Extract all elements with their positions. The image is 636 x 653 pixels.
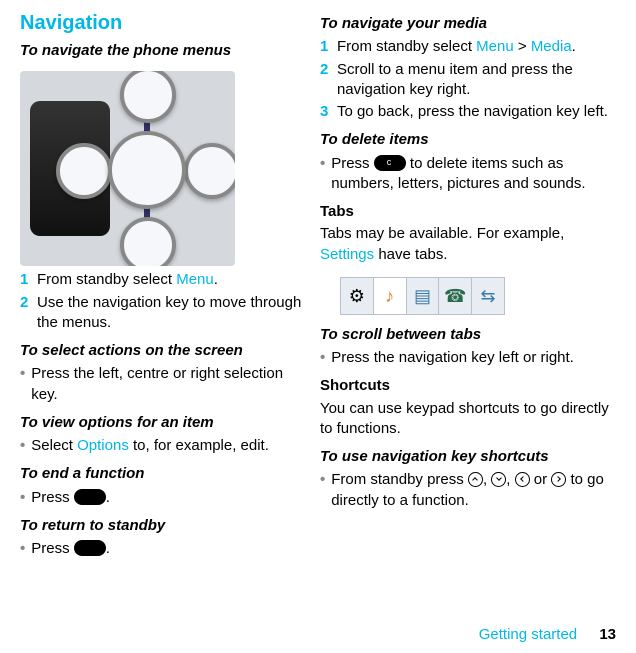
bullet-row: • Press .: [20, 488, 302, 508]
text-fragment: .: [106, 489, 110, 506]
bullet-icon: •: [20, 436, 25, 456]
bullet-icon: •: [20, 488, 25, 508]
navigation-key-illustration: [20, 71, 235, 266]
nav-ring-center: [108, 131, 186, 209]
clear-key-icon: [374, 155, 406, 171]
text-fragment: .: [106, 540, 110, 557]
bullet-icon: •: [20, 364, 25, 384]
step-row: 2 Scroll to a menu item and press the na…: [320, 60, 616, 101]
bullet-icon: •: [320, 348, 325, 368]
subheading-end-function: To end a function: [20, 464, 302, 484]
step-number-3: 3: [320, 102, 333, 122]
text-fragment: Press: [31, 540, 74, 557]
bullet-row: • From standby press , , or to go direct…: [320, 470, 616, 511]
bullet-text: Select Options to, for example, edit.: [31, 436, 269, 456]
right-column: To navigate your media 1 From standby se…: [320, 10, 616, 617]
shortcuts-heading: Shortcuts: [320, 376, 616, 396]
bullet-row: • Press to delete items such as numbers,…: [320, 154, 616, 195]
text-fragment: .: [572, 38, 576, 55]
subheading-navigate-media: To navigate your media: [320, 14, 616, 34]
step-row: 1 From standby select Menu.: [20, 270, 302, 290]
step-number-1: 1: [20, 270, 33, 290]
text-fragment: Tabs may be available. For example,: [320, 225, 564, 242]
bullet-text: Press the navigation key left or right.: [331, 348, 574, 368]
two-column-layout: Navigation To navigate the phone menus 1…: [20, 10, 616, 617]
step-row: 3 To go back, press the navigation key l…: [320, 102, 616, 122]
bullet-text: Press .: [31, 539, 110, 559]
tab-connectivity-icon: ⇆: [472, 278, 504, 314]
text-fragment: have tabs.: [374, 246, 447, 263]
bullet-text: Press .: [31, 488, 110, 508]
step-number-2: 2: [20, 293, 33, 313]
text-fragment: ,: [483, 471, 491, 488]
text-fragment: to, for example, edit.: [129, 437, 269, 454]
nav-down-icon: [491, 472, 506, 487]
text-fragment: From standby select: [337, 38, 476, 55]
step-row: 2 Use the navigation key to move through…: [20, 293, 302, 334]
tab-general-icon: ⚙: [341, 278, 374, 314]
tabs-paragraph: Tabs may be available. For example, Sett…: [320, 224, 616, 265]
end-key-icon: [74, 540, 106, 556]
nav-ring-down: [120, 217, 176, 266]
tab-sounds-icon: ♪: [374, 278, 407, 314]
section-heading-navigation: Navigation: [20, 10, 302, 37]
text-fragment: From standby press: [331, 471, 468, 488]
step-text-2: Use the navigation key to move through t…: [37, 293, 302, 334]
step-text-3: To go back, press the navigation key lef…: [337, 102, 616, 122]
step-number-1: 1: [320, 37, 333, 57]
text-fragment: >: [514, 38, 531, 55]
bullet-text: Press the left, centre or right selectio…: [31, 364, 302, 405]
text-fragment: Select: [31, 437, 77, 454]
subheading-scroll-tabs: To scroll between tabs: [320, 325, 616, 345]
nav-right-icon: [551, 472, 566, 487]
page-footer: Getting started 13: [20, 617, 616, 645]
tab-display-icon: ▤: [407, 278, 440, 314]
shortcuts-paragraph: You can use keypad shortcuts to go direc…: [320, 399, 616, 440]
nav-ring-left: [56, 143, 112, 199]
text-fragment: Press: [331, 155, 374, 172]
subheading-nav-shortcuts: To use navigation key shortcuts: [320, 447, 616, 467]
subheading-delete-items: To delete items: [320, 130, 616, 150]
step-row: 1 From standby select Menu > Media.: [320, 37, 616, 57]
bullet-row: • Select Options to, for example, edit.: [20, 436, 302, 456]
step-number-2: 2: [320, 60, 333, 80]
tabs-heading: Tabs: [320, 202, 616, 222]
bullet-icon: •: [320, 470, 325, 490]
nav-ring-right: [184, 143, 235, 199]
nav-up-icon: [468, 472, 483, 487]
subheading-navigate-phone: To navigate the phone menus: [20, 41, 302, 61]
end-key-icon: [74, 489, 106, 505]
bullet-text: Press to delete items such as numbers, l…: [331, 154, 616, 195]
step-text-1: From standby select Menu > Media.: [337, 37, 616, 57]
tab-calls-icon: ☎: [439, 278, 472, 314]
subheading-select-actions: To select actions on the screen: [20, 341, 302, 361]
subheading-view-options: To view options for an item: [20, 413, 302, 433]
text-fragment: From standby select: [37, 271, 176, 288]
step-text-1: From standby select Menu.: [37, 270, 302, 290]
media-link: Media: [531, 38, 572, 55]
menu-link: Menu: [476, 38, 514, 55]
text-fragment: or: [530, 471, 552, 488]
text-fragment: Press: [31, 489, 74, 506]
bullet-row: • Press the left, centre or right select…: [20, 364, 302, 405]
text-fragment: .: [214, 271, 218, 288]
bullet-text: From standby press , , or to go directly…: [331, 470, 616, 511]
bullet-row: • Press the navigation key left or right…: [320, 348, 616, 368]
footer-section-name: Getting started: [479, 626, 577, 643]
bullet-row: • Press .: [20, 539, 302, 559]
tabs-illustration: ⚙ ♪ ▤ ☎ ⇆: [340, 277, 505, 315]
settings-link: Settings: [320, 246, 374, 263]
nav-left-icon: [515, 472, 530, 487]
options-link: Options: [77, 437, 129, 454]
subheading-return-standby: To return to standby: [20, 516, 302, 536]
bullet-icon: •: [320, 154, 325, 174]
step-text-2: Scroll to a menu item and press the navi…: [337, 60, 616, 101]
text-fragment: ,: [506, 471, 514, 488]
bullet-icon: •: [20, 539, 25, 559]
menu-link: Menu: [176, 271, 214, 288]
footer-page-number: 13: [599, 626, 616, 643]
left-column: Navigation To navigate the phone menus 1…: [20, 10, 302, 617]
nav-ring-up: [120, 71, 176, 123]
